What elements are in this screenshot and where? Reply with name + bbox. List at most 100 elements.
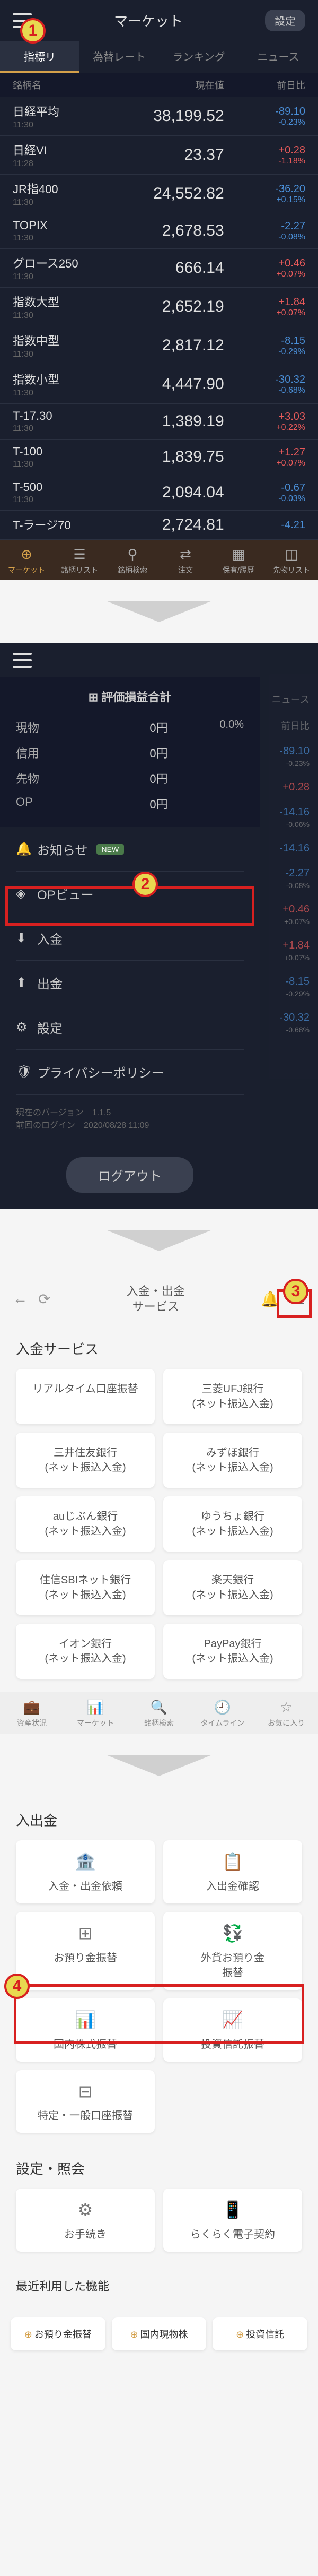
bank-card[interactable]: ゆうちょ銀行 (ネット振込入金) — [163, 1496, 302, 1552]
card-icon: 📈 — [169, 2008, 297, 2032]
drawer-menu: 🔔お知らせNEW◈OPビュー⬇入金⬆出金⚙設定🛡プライバシーポリシー — [0, 827, 260, 1095]
header: ← ⟳ 入金・出金 サービス 🔔 ☰ — [0, 1272, 318, 1326]
menu-icon: ⚙ — [16, 1020, 37, 1035]
summary-title: 評価損益合計 — [16, 688, 244, 705]
recent-item[interactable]: ⊕国内現物株 — [112, 2317, 207, 2350]
settings-card[interactable]: 📱らくらく電子契約 — [163, 2189, 302, 2252]
market-row[interactable]: T-50011:30 2,094.04 -0.67-0.03% — [0, 475, 318, 511]
bank-card[interactable]: リアルタイム口座振替 — [16, 1369, 155, 1424]
callout-1: 1 — [20, 18, 46, 44]
page-title: 入金・出金 サービス — [50, 1284, 261, 1314]
reload-icon[interactable]: ⟳ — [38, 1290, 50, 1308]
bank-card[interactable]: auじぶん銀行 (ネット振込入金) — [16, 1496, 155, 1552]
menu-icon: 🔔 — [16, 841, 37, 857]
settings-section: 設定・照会 ⚙お手続き📱らくらく電子契約 — [0, 2146, 318, 2264]
settings-card[interactable]: ⚙お手続き — [16, 2189, 155, 2252]
drawer-item[interactable]: ⬆出金 — [16, 961, 244, 1005]
nav-fav[interactable]: ☆お気に入り — [254, 1699, 318, 1728]
transfer-card[interactable]: 📈投資信託振替 — [163, 1998, 302, 2062]
screen-deposit-services: ← ⟳ 入金・出金 サービス 🔔 ☰ 3 入金サービス リアルタイム口座振替三菱… — [0, 1272, 318, 1734]
search-icon: 🔍 — [127, 1699, 191, 1716]
menu-icon: 🛡 — [16, 1064, 37, 1080]
market-row[interactable]: 指数大型11:30 2,652.19 +1.84+0.07% — [0, 288, 318, 326]
market-row[interactable]: 日経平均11:30 38,199.52 -89.10-0.23% — [0, 97, 318, 136]
nav-holdings[interactable]: ▦保有/履歴 — [212, 546, 265, 575]
order-icon: ⇄ — [159, 546, 212, 563]
section-title: 最近利用した機能 — [16, 2277, 302, 2294]
settings-button[interactable]: 設定 — [265, 10, 305, 31]
transfer-card[interactable]: ⊞お預り金振替 — [16, 1912, 155, 1990]
card-icon: ⊟ — [21, 2080, 149, 2104]
bank-card[interactable]: 住信SBIネット銀行 (ネット振込入金) — [16, 1560, 155, 1615]
market-row[interactable]: T-10011:30 1,839.75 +1.27+0.07% — [0, 440, 318, 475]
transfer-grid: 🏦入金・出金依頼📋入出金確認⊞お預り金振替💱外貨お預り金 振替📊国内株式振替📈投… — [16, 1840, 302, 2133]
market-row[interactable]: 指数小型11:30 4,447.90 -30.32-0.68% — [0, 365, 318, 404]
nav-market[interactable]: ⊕マーケット — [0, 546, 53, 575]
nav-futures[interactable]: ◫先物リスト — [265, 546, 318, 575]
deposit-section: 入金サービス リアルタイム口座振替三菱UFJ銀行 (ネット振込入金)三井住友銀行… — [0, 1326, 318, 1692]
transfer-card[interactable]: 📊国内株式振替 — [16, 1998, 155, 2062]
drawer-item[interactable]: 🛡プライバシーポリシー — [16, 1050, 244, 1095]
section-title: 設定・照会 — [16, 2158, 302, 2178]
timeline-icon: 🕘 — [191, 1699, 254, 1716]
market-row[interactable]: JR指40011:30 24,552.82 -36.20+0.15% — [0, 175, 318, 213]
market-row[interactable]: T-ラージ70 2,724.81 -4.21 — [0, 511, 318, 540]
menu-icon: ⬆ — [16, 975, 37, 990]
back-icon[interactable]: ← — [13, 1290, 28, 1308]
nav-order[interactable]: ⇄注文 — [159, 546, 212, 575]
nav-list[interactable]: ☰銘柄リスト — [53, 546, 106, 575]
nav-search[interactable]: 🔍銘柄検索 — [127, 1699, 191, 1728]
drawer-item[interactable]: ⬇入金 — [16, 916, 244, 961]
bank-card[interactable]: 三菱UFJ銀行 (ネット振込入金) — [163, 1369, 302, 1424]
recent-row: ⊕お預り金振替⊕国内現物株⊕投資信託 — [0, 2309, 318, 2359]
bank-card[interactable]: PayPay銀行 (ネット振込入金) — [163, 1624, 302, 1679]
market-row[interactable]: 指数中型11:30 2,817.12 -8.15-0.29% — [0, 326, 318, 365]
wallet-icon: 💼 — [0, 1699, 64, 1716]
peek-market-column: ニュース 前日比 -89.10-0.23%+0.28-14.16-0.06%-1… — [260, 643, 318, 1209]
holdings-icon: ▦ — [212, 546, 265, 563]
bell-icon[interactable]: 🔔 — [261, 1290, 279, 1308]
hamburger-icon[interactable] — [13, 653, 32, 668]
list-icon: ☰ — [53, 546, 106, 563]
arrow-down-icon — [106, 601, 212, 622]
column-headers: 銘柄名 現在値 前日比 — [0, 73, 318, 97]
transfer-card[interactable]: ⊟特定・一般口座振替 — [16, 2070, 155, 2133]
chart-icon: 📊 — [64, 1699, 127, 1716]
callout-2: 2 — [132, 872, 158, 897]
tab-fx[interactable]: 為替レート — [80, 41, 159, 73]
arrow-down-icon — [106, 1755, 212, 1776]
bank-card[interactable]: みずほ銀行 (ネット振込入金) — [163, 1433, 302, 1488]
bottom-nav: 💼資産状況 📊マーケット 🔍銘柄検索 🕘タイムライン ☆お気に入り — [0, 1692, 318, 1734]
market-row[interactable]: T-17.3011:30 1,389.19 +3.03+0.22% — [0, 404, 318, 440]
recent-item[interactable]: ⊕投資信託 — [213, 2317, 307, 2350]
drawer-item[interactable]: ⚙設定 — [16, 1005, 244, 1050]
market-row[interactable]: グロース25011:30 666.14 +0.46+0.07% — [0, 249, 318, 288]
tab-indices[interactable]: 指標リ — [0, 41, 80, 73]
nav-market[interactable]: 📊マーケット — [64, 1699, 127, 1728]
plus-icon: ⊕ — [24, 2329, 32, 2340]
transfer-card[interactable]: 📋入出金確認 — [163, 1840, 302, 1903]
card-icon: 🏦 — [21, 1850, 149, 1874]
callout-4: 4 — [4, 1974, 30, 1999]
tab-news[interactable]: ニュース — [238, 41, 318, 73]
market-row[interactable]: 日経VI11:28 23.37 +0.28-1.18% — [0, 136, 318, 175]
card-icon: ⚙ — [21, 2198, 149, 2222]
tab-ranking[interactable]: ランキング — [159, 41, 238, 73]
bank-card[interactable]: イオン銀行 (ネット振込入金) — [16, 1624, 155, 1679]
logout-button[interactable]: ログアウト — [66, 1157, 193, 1193]
nav-assets[interactable]: 💼資産状況 — [0, 1699, 64, 1728]
bank-card[interactable]: 三井住友銀行 (ネット振込入金) — [16, 1433, 155, 1488]
market-row[interactable]: TOPIX11:30 2,678.53 -2.27-0.08% — [0, 213, 318, 249]
transfer-card[interactable]: 💱外貨お預り金 振替 — [163, 1912, 302, 1990]
drawer-item[interactable]: ◈OPビュー — [16, 872, 244, 916]
nav-timeline[interactable]: 🕘タイムライン — [191, 1699, 254, 1728]
bank-card[interactable]: 楽天銀行 (ネット振込入金) — [163, 1560, 302, 1615]
page-title: マーケット — [32, 11, 265, 30]
globe-icon: ⊕ — [0, 546, 53, 563]
drawer-item[interactable]: 🔔お知らせNEW — [16, 827, 244, 872]
transfer-card[interactable]: 🏦入金・出金依頼 — [16, 1840, 155, 1903]
nav-search[interactable]: ⚲銘柄検索 — [106, 546, 159, 575]
nav-left: ← ⟳ — [13, 1290, 50, 1308]
bank-grid: リアルタイム口座振替三菱UFJ銀行 (ネット振込入金)三井住友銀行 (ネット振込… — [16, 1369, 302, 1679]
recent-item[interactable]: ⊕お預り金振替 — [11, 2317, 105, 2350]
